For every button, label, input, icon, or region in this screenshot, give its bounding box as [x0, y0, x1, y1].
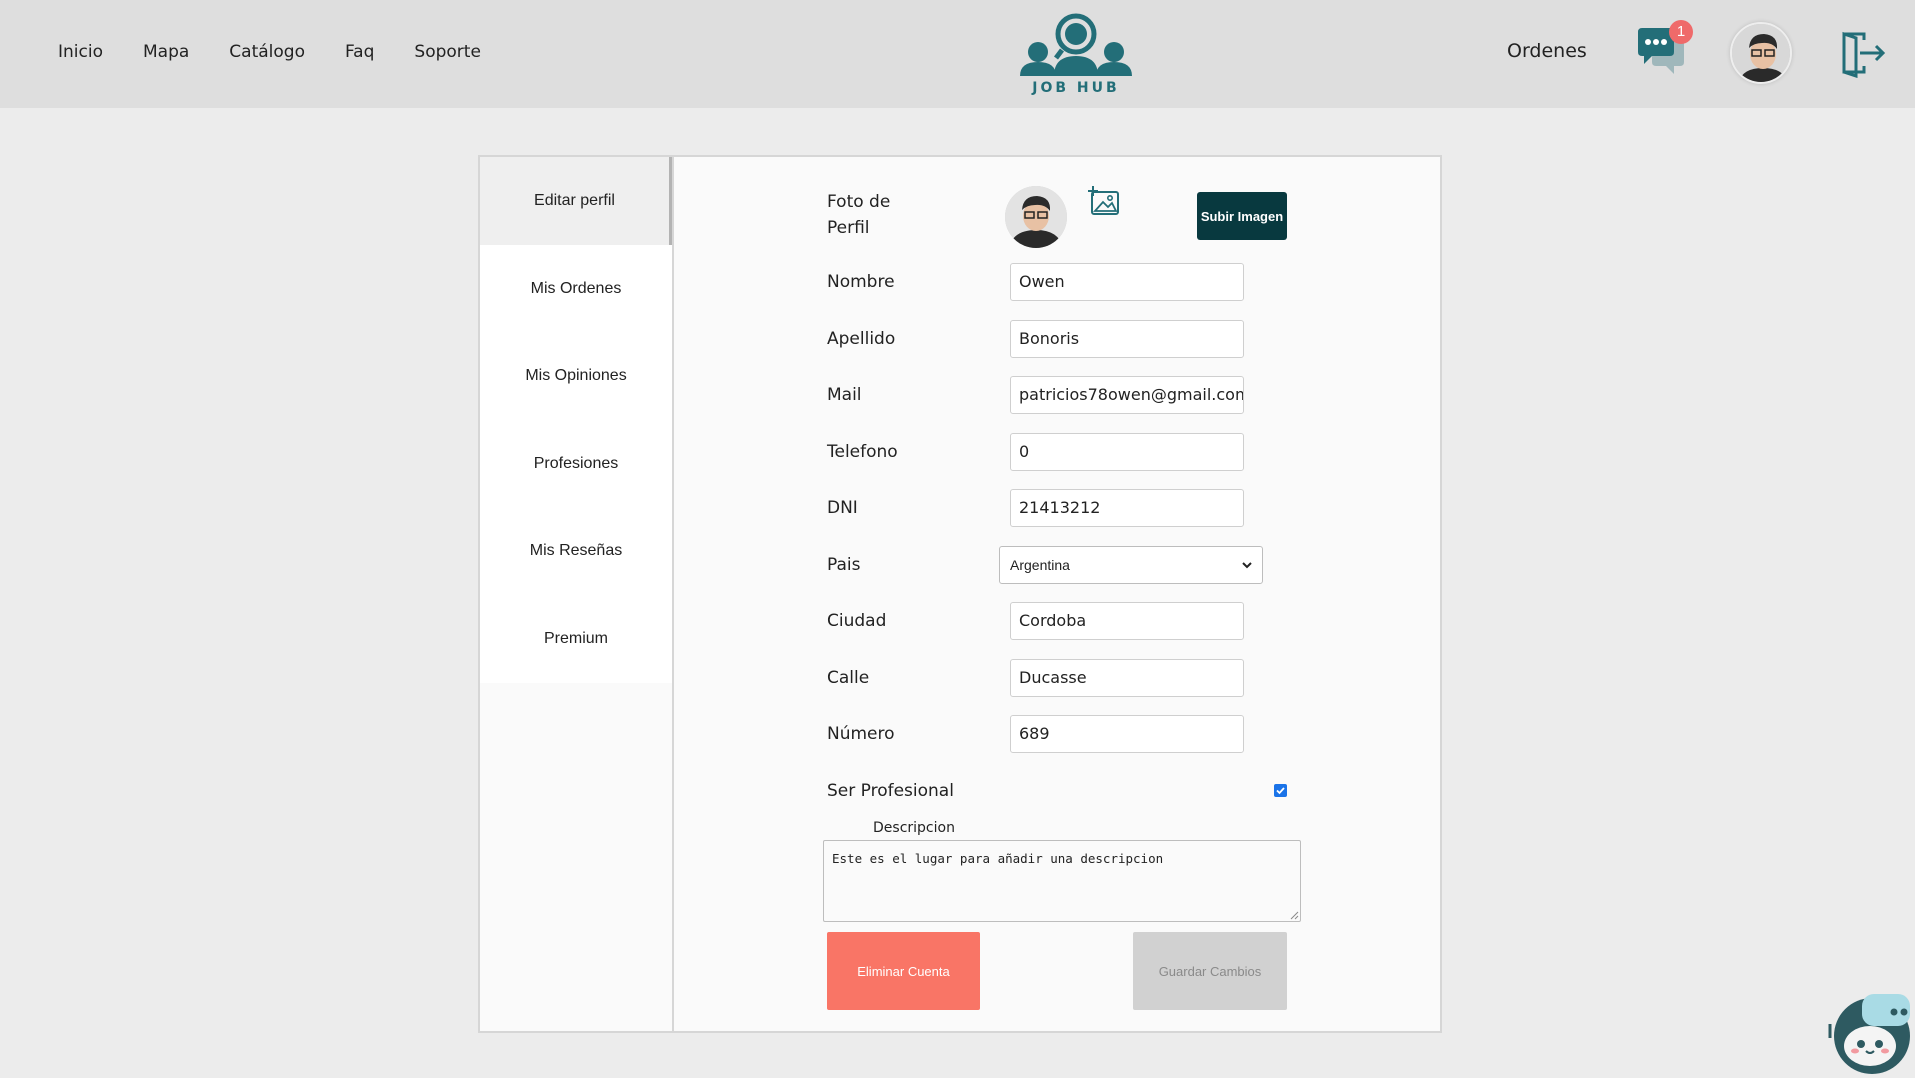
telefono-label: Telefono	[827, 442, 898, 462]
photo-label-line2: Perfil	[827, 218, 870, 238]
sidebar-item-premium[interactable]: Premium	[480, 595, 672, 683]
sidebar-item-mis-opiniones[interactable]: Mis Opiniones	[480, 332, 672, 420]
ser-profesional-label: Ser Profesional	[827, 781, 954, 801]
add-image-icon[interactable]	[1088, 186, 1120, 216]
logo-people-icon	[1020, 13, 1132, 76]
sidebar-item-mis-ordenes[interactable]: Mis Ordenes	[480, 245, 672, 333]
mail-label: Mail	[827, 385, 862, 405]
logo-text: JOB HUB	[1032, 80, 1120, 96]
profile-photo	[1005, 186, 1067, 248]
sidebar-item-editar-perfil[interactable]: Editar perfil	[480, 157, 672, 245]
numero-input[interactable]: 689	[1010, 715, 1244, 753]
photo-label-line1: Foto de	[827, 192, 891, 212]
nav-link-soporte[interactable]: Soporte	[414, 42, 481, 62]
user-avatar[interactable]	[1730, 22, 1792, 84]
sidebar-item-profesiones[interactable]: Profesiones	[480, 420, 672, 508]
descripcion-label: Descripcion	[873, 820, 955, 836]
resize-grip-icon[interactable]	[1289, 910, 1299, 920]
numero-label: Número	[827, 724, 895, 744]
top-navbar: Inicio Mapa Catálogo Faq Soporte JOB HUB…	[0, 0, 1915, 108]
orders-link[interactable]: Ordenes	[1507, 40, 1587, 62]
nombre-input[interactable]: Owen	[1010, 263, 1244, 301]
pais-selected-value: Argentina	[1010, 557, 1070, 573]
telefono-input[interactable]: 0	[1010, 433, 1244, 471]
profile-sidebar: Editar perfil Mis Ordenes Mis Opiniones …	[480, 157, 674, 1031]
pais-select[interactable]: Argentina	[999, 546, 1263, 584]
pais-label: Pais	[827, 555, 861, 575]
apellido-label: Apellido	[827, 329, 896, 349]
chat-badge: 1	[1669, 20, 1693, 44]
ciudad-label: Ciudad	[827, 611, 887, 631]
nav-link-catalogo[interactable]: Catálogo	[229, 42, 305, 62]
descripcion-textarea[interactable]: Este es el lugar para añadir una descrip…	[823, 840, 1301, 922]
ser-profesional-checkbox[interactable]	[1274, 784, 1287, 797]
descripcion-text: Este es el lugar para añadir una descrip…	[832, 851, 1164, 866]
save-changes-button[interactable]: Guardar Cambios	[1133, 932, 1287, 1010]
nav-link-inicio[interactable]: Inicio	[58, 42, 103, 62]
delete-account-button[interactable]: Eliminar Cuenta	[827, 932, 980, 1010]
upload-image-button[interactable]: Subir Imagen	[1197, 192, 1287, 240]
nav-link-mapa[interactable]: Mapa	[143, 42, 189, 62]
apellido-input[interactable]: Bonoris	[1010, 320, 1244, 358]
mail-input[interactable]: patricios78owen@gmail.com	[1010, 376, 1244, 414]
nav-link-faq[interactable]: Faq	[345, 42, 374, 62]
logout-icon[interactable]	[1838, 28, 1888, 79]
ciudad-input[interactable]: Cordoba	[1010, 602, 1244, 640]
calle-label: Calle	[827, 668, 870, 688]
chatbot-widget-icon[interactable]	[1828, 988, 1912, 1074]
calle-input[interactable]: Ducasse	[1010, 659, 1244, 697]
check-icon	[1276, 787, 1285, 795]
dni-input[interactable]: 21413212	[1010, 489, 1244, 527]
sidebar-item-mis-resenas[interactable]: Mis Reseñas	[480, 507, 672, 595]
nav-links: Inicio Mapa Catálogo Faq Soporte	[58, 0, 521, 104]
nombre-label: Nombre	[827, 272, 895, 292]
chevron-down-icon	[1242, 561, 1252, 568]
job-hub-logo[interactable]: JOB HUB	[1018, 10, 1134, 100]
dni-label: DNI	[827, 498, 858, 518]
